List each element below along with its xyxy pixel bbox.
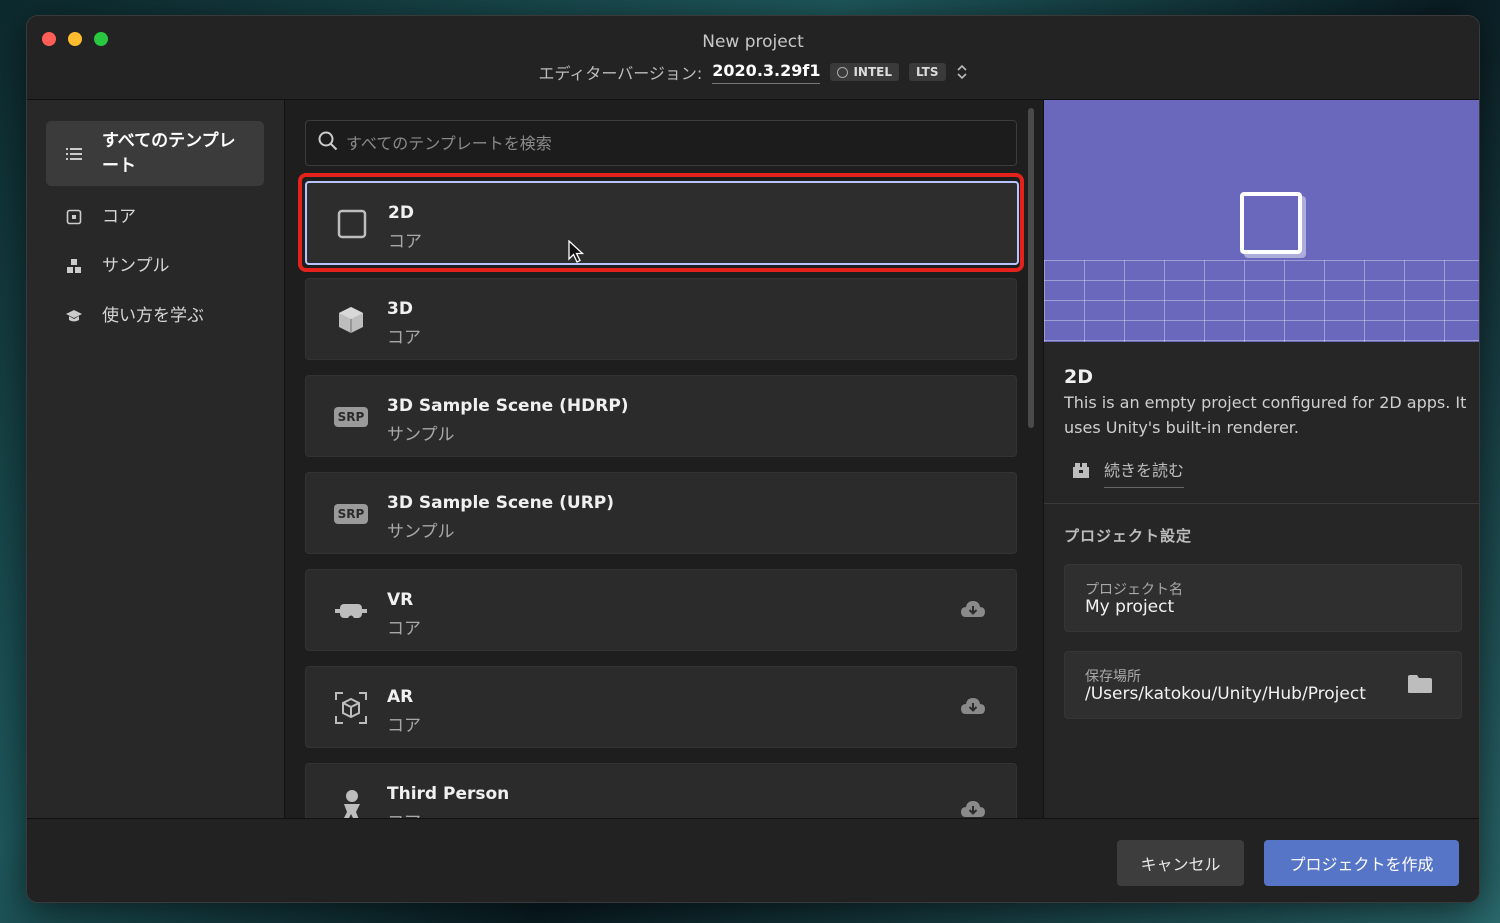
template-card-2d[interactable]: 2D コア [305,181,1019,265]
sidebar-item-label: コア [102,206,136,227]
sidebar-item-label: サンプル [102,255,170,276]
template-title: 2D [388,203,414,223]
read-more-link[interactable]: 続きを読む [1072,457,1185,488]
square-icon [335,207,369,241]
ar-cube-icon [334,691,368,725]
sidebar-item-label: 使い方を学ぶ [102,305,204,326]
cloud-download-icon[interactable] [960,800,986,818]
version-stepper-icon[interactable] [956,63,968,81]
srp-icon: SRP [333,400,369,434]
template-preview-image [1044,100,1479,342]
cube-icon [334,303,368,337]
details-title: 2D [1064,366,1093,388]
project-name-input[interactable]: My project [1085,597,1174,617]
core-icon [64,209,84,225]
location-field[interactable]: 保存場所 /Users/katokou/Unity/Hub/Project [1064,651,1462,719]
sidebar: すべてのテンプレート コア サンプル 使い方を学ぶ [27,100,285,818]
title-bar: New project エディターバージョン: 2020.3.29f1 INTE… [27,16,1479,100]
template-category: コア [387,328,421,348]
template-card-vr[interactable]: VR コア [305,569,1017,651]
search-box[interactable] [305,120,1017,166]
read-more-label: 続きを読む [1104,457,1185,488]
template-card-ar[interactable]: AR コア [305,666,1017,748]
intel-chip: INTEL [830,63,900,81]
location-input[interactable]: /Users/katokou/Unity/Hub/Project [1085,684,1366,704]
cloud-download-icon[interactable] [960,600,986,624]
srp-icon: SRP [333,497,369,531]
template-card-hdrp[interactable]: SRP 3D Sample Scene (HDRP) サンプル [305,375,1017,457]
cancel-button[interactable]: キャンセル [1117,840,1244,886]
project-name-field[interactable]: プロジェクト名 My project [1064,564,1462,632]
details-description: This is an empty project configured for … [1064,393,1467,437]
template-list: 2D コア 3D コア SRP 3D Sample Scene (HDRP) サ… [285,100,1042,818]
folder-icon[interactable] [1407,674,1433,698]
project-settings-heading: プロジェクト設定 [1064,527,1193,545]
mouse-cursor-icon [568,239,585,268]
chip-icon [837,66,849,78]
divider [1044,503,1479,504]
template-card-third-person[interactable]: Third Person コア [305,763,1017,818]
package-icon [1072,462,1090,483]
srp-badge: SRP [333,504,369,524]
preview-grid [1044,260,1479,342]
location-label: 保存場所 [1085,669,1141,685]
template-category: サンプル [387,522,455,542]
template-category: サンプル [387,425,455,445]
template-card-3d[interactable]: 3D コア [305,278,1017,360]
learn-icon [64,309,84,323]
cloud-download-icon[interactable] [960,697,986,721]
intel-chip-label: INTEL [853,65,893,79]
template-title: 3D Sample Scene (HDRP) [387,396,629,416]
template-title: 3D [387,299,413,319]
template-category: コア [387,619,421,639]
details-panel: 2D This is an empty project configured f… [1043,100,1479,818]
template-category: コア [387,808,421,818]
window-title: New project [702,32,804,52]
template-title: VR [387,590,414,610]
preview-square-icon [1240,192,1302,254]
template-category: コア [388,232,422,252]
footer: キャンセル プロジェクトを作成 [27,818,1479,902]
editor-version-label: エディターバージョン: [538,64,703,83]
template-card-urp[interactable]: SRP 3D Sample Scene (URP) サンプル [305,472,1017,554]
lts-chip-label: LTS [916,65,939,79]
template-category: コア [387,716,421,736]
template-title: AR [387,687,414,707]
sidebar-item-label: すべてのテンプレート [102,130,236,176]
editor-version-row: エディターバージョン: 2020.3.29f1 INTEL LTS [27,60,1479,84]
template-title: Third Person [387,784,510,804]
list-scrollbar[interactable] [1028,108,1034,428]
sidebar-item-learn[interactable]: 使い方を学ぶ [46,301,264,331]
srp-badge: SRP [333,407,369,427]
template-title: 3D Sample Scene (URP) [387,493,615,513]
search-icon [318,131,338,155]
project-name-label: プロジェクト名 [1085,582,1183,598]
lts-chip: LTS [909,63,946,81]
sidebar-item-sample[interactable]: サンプル [46,251,264,281]
person-icon [334,788,368,818]
list-icon [64,147,84,161]
vr-headset-icon [334,594,368,628]
create-project-button[interactable]: プロジェクトを作成 [1264,840,1459,886]
editor-version-select[interactable]: 2020.3.29f1 [712,61,821,84]
new-project-window: New project エディターバージョン: 2020.3.29f1 INTE… [26,15,1480,903]
search-input[interactable] [344,132,988,154]
sidebar-item-all-templates[interactable]: すべてのテンプレート [46,121,264,186]
sample-icon [64,258,84,274]
sidebar-item-core[interactable]: コア [46,202,264,232]
